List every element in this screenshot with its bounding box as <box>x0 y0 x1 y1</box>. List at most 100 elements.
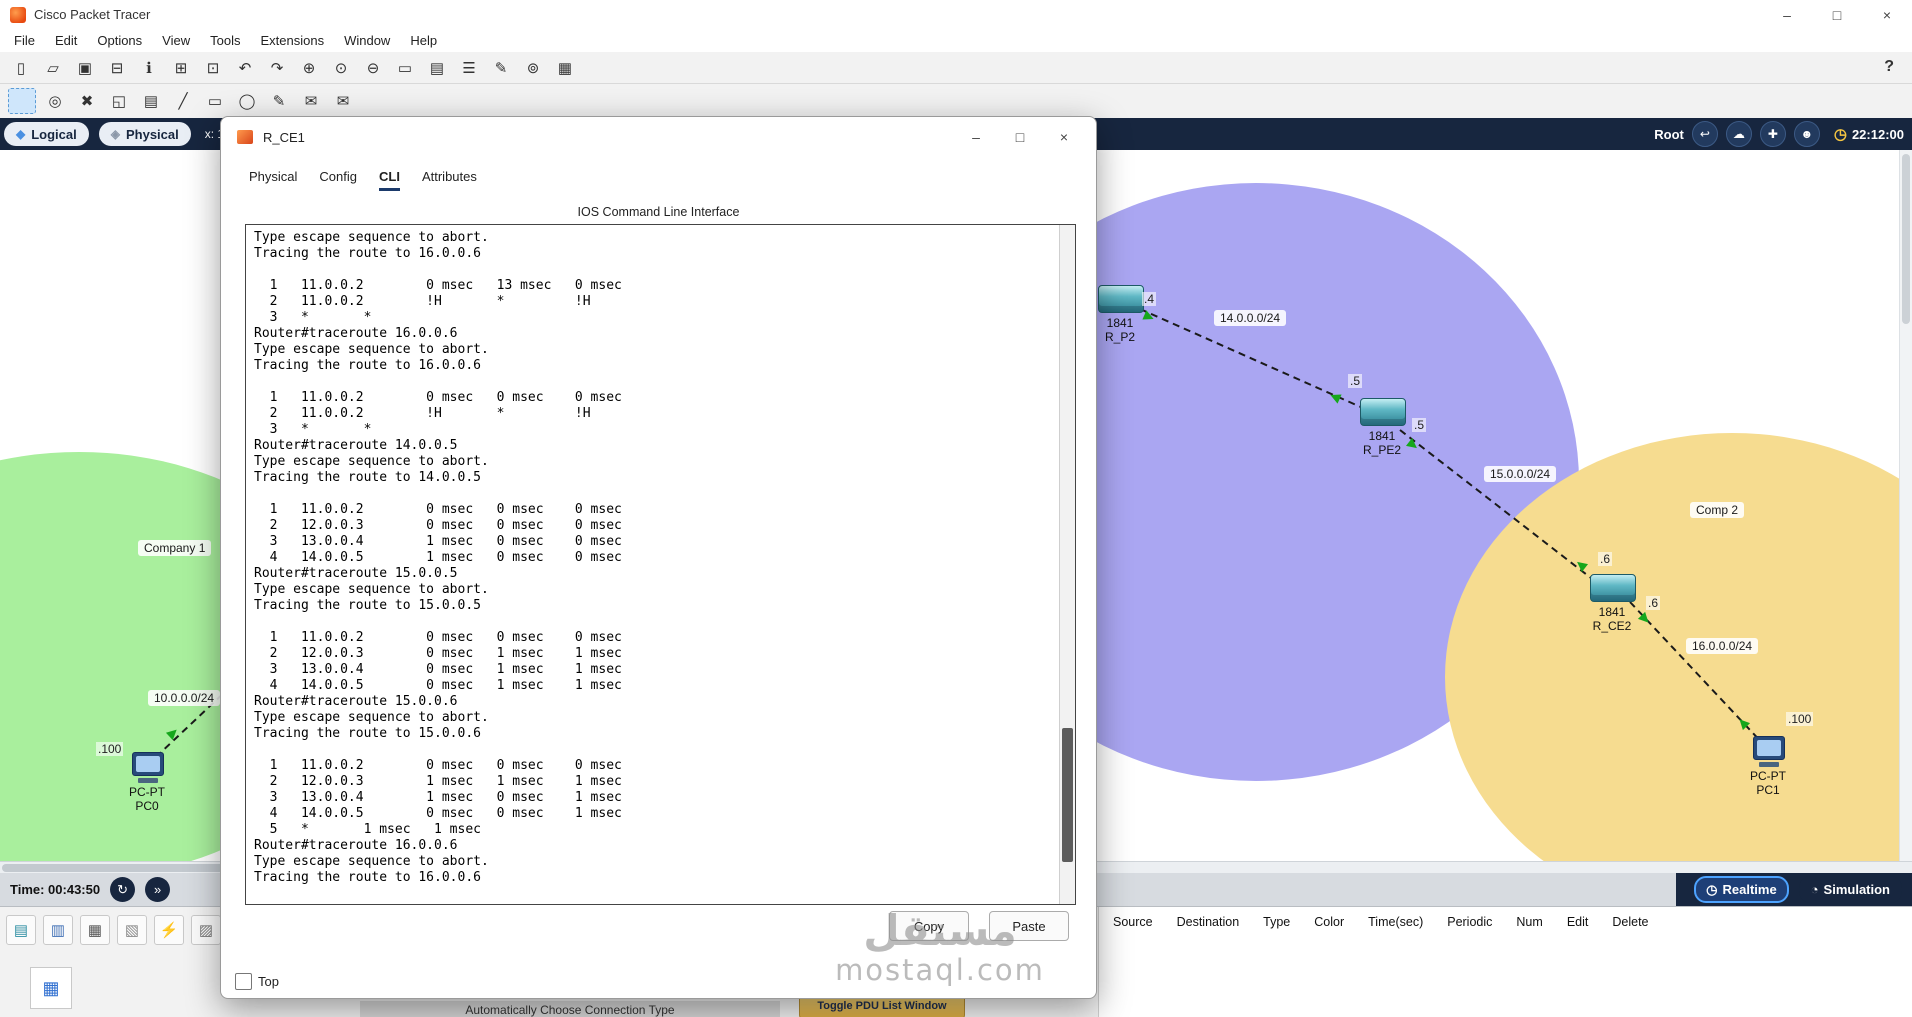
simulation-mode-button[interactable]: ◔ Simulation <box>1798 876 1902 903</box>
resize-tool-icon[interactable]: ◱ <box>106 89 132 113</box>
zoom-original-icon[interactable]: ⊙ <box>328 56 354 80</box>
column-source: Source <box>1113 915 1153 929</box>
router-device-icon <box>237 130 253 144</box>
add-simple-pdu-tool-icon[interactable]: ✉ <box>298 89 324 113</box>
tab-config[interactable]: Config <box>319 169 357 191</box>
network-info-icon[interactable]: ℹ <box>136 56 162 80</box>
add-complex-pdu-tool-icon[interactable]: ✉ <box>330 89 356 113</box>
user-profile-icon[interactable]: ☻ <box>1793 121 1820 147</box>
console-icon[interactable]: ☰ <box>456 56 482 80</box>
cli-output[interactable]: Type escape sequence to abort. Tracing t… <box>246 225 1075 891</box>
router-icon <box>1360 398 1406 426</box>
environment-icon[interactable]: ☁ <box>1725 121 1752 147</box>
maximize-button[interactable]: □ <box>1812 0 1862 29</box>
components-category[interactable]: ▦ <box>80 915 110 945</box>
terminal-scrollbar-thumb[interactable] <box>1062 728 1073 862</box>
simulation-label: Simulation <box>1823 882 1890 897</box>
end-devices-category[interactable]: ▥ <box>43 915 73 945</box>
menu-help[interactable]: Help <box>400 31 447 50</box>
pc-screen <box>136 756 160 772</box>
notes-icon[interactable]: ▤ <box>424 56 450 80</box>
device-pc1[interactable] <box>1753 736 1785 767</box>
redo-icon[interactable]: ↷ <box>264 56 290 80</box>
top-checkbox-label: Top <box>258 974 279 989</box>
minimize-button[interactable]: – <box>1762 0 1812 29</box>
port-address-label: .100 <box>1786 712 1814 726</box>
copy-button[interactable]: Copy <box>889 911 969 941</box>
open-file-icon[interactable]: ▱ <box>40 56 66 80</box>
root-cluster-label[interactable]: Root <box>1654 127 1684 142</box>
draw-line-tool-icon[interactable]: ╱ <box>170 89 196 113</box>
zoom-out-icon[interactable]: ⊖ <box>360 56 386 80</box>
help-icon[interactable]: ? <box>1884 58 1894 76</box>
dialog-title: R_CE1 <box>263 129 305 145</box>
physical-tab[interactable]: ◈ Physical <box>98 122 191 146</box>
undo-icon[interactable]: ↶ <box>232 56 258 80</box>
dialog-minimize-button[interactable]: – <box>954 121 998 153</box>
device-r_ce2[interactable] <box>1590 574 1636 602</box>
place-note-tool-icon[interactable]: ▤ <box>138 89 164 113</box>
realtime-mode-button[interactable]: ◷ Realtime <box>1694 876 1789 903</box>
image-capture-icon[interactable]: ▦ <box>552 56 578 80</box>
device-dialog-r-ce1[interactable]: R_CE1 – □ × Physical Config CLI Attributes … <box>220 116 1097 999</box>
dialog-close-button[interactable]: × <box>1042 121 1086 153</box>
print-icon[interactable]: ⊟ <box>104 56 130 80</box>
device-r_pe2[interactable] <box>1360 398 1406 426</box>
menu-options[interactable]: Options <box>87 31 152 50</box>
network-devices-category[interactable]: ▤ <box>6 915 36 945</box>
new-file-icon[interactable]: ▯ <box>8 56 34 80</box>
paste-button[interactable]: Paste <box>989 911 1069 941</box>
tab-attributes[interactable]: Attributes <box>422 169 477 191</box>
custom-devices-dialog-icon[interactable]: ⊚ <box>520 56 546 80</box>
environment-clock[interactable]: ◷ 22:12:00 <box>1834 125 1904 143</box>
drawing-palette-icon[interactable]: ✎ <box>488 56 514 80</box>
viewport-icon[interactable]: ▭ <box>392 56 418 80</box>
logical-tab[interactable]: ◆ Logical <box>4 122 89 146</box>
select-tool-icon[interactable] <box>8 88 36 114</box>
delete-tool-icon[interactable]: ✖ <box>74 89 100 113</box>
terminal-scrollbar[interactable] <box>1059 225 1075 904</box>
pdu-list-panel: Source Destination Type Color Time(sec) Perio… <box>1098 907 1912 1017</box>
reset-clock-button[interactable]: ↻ <box>110 877 136 902</box>
misc-category[interactable]: ▨ <box>191 915 221 945</box>
save-icon[interactable]: ▣ <box>72 56 98 80</box>
menu-view[interactable]: View <box>152 31 200 50</box>
dialog-title-bar[interactable]: R_CE1 – □ × <box>221 117 1096 157</box>
connection-type-bar[interactable]: Automatically Choose Connection Type <box>360 1001 780 1017</box>
device-pc0[interactable] <box>132 752 164 783</box>
inspect-tool-icon[interactable]: ◎ <box>42 89 68 113</box>
paste-icon[interactable]: ⊡ <box>200 56 226 80</box>
port-status-arrow <box>1735 715 1751 731</box>
menu-tools[interactable]: Tools <box>200 31 250 50</box>
draw-rectangle-tool-icon[interactable]: ▭ <box>202 89 228 113</box>
top-checkbox[interactable] <box>235 973 252 990</box>
zoom-in-icon[interactable]: ⊕ <box>296 56 322 80</box>
copy-icon[interactable]: ⊞ <box>168 56 194 80</box>
cli-terminal[interactable]: Type escape sequence to abort. Tracing t… <box>245 224 1076 905</box>
pc-screen <box>1757 740 1781 756</box>
menu-extensions[interactable]: Extensions <box>250 31 334 50</box>
tab-physical[interactable]: Physical <box>249 169 297 191</box>
dialog-maximize-button[interactable]: □ <box>998 121 1042 153</box>
connections-category[interactable]: ⚡ <box>154 915 184 945</box>
router-icon <box>1590 574 1636 602</box>
vscroll-thumb[interactable] <box>1902 154 1910 324</box>
draw-ellipse-tool-icon[interactable]: ◯ <box>234 89 260 113</box>
device-label-pc0: PC-PT PC0 <box>129 785 165 813</box>
selected-device-box[interactable]: ▦ <box>30 967 72 1009</box>
top-checkbox-row: Top <box>235 973 279 990</box>
pan-move-icon[interactable]: ✚ <box>1759 121 1786 147</box>
canvas-vertical-scrollbar[interactable] <box>1899 150 1912 861</box>
menu-edit[interactable]: Edit <box>45 31 87 50</box>
multiuser-category[interactable]: ▧ <box>117 915 147 945</box>
physical-diamond-icon: ◈ <box>110 127 120 141</box>
fast-forward-button[interactable]: » <box>145 877 171 902</box>
packet-tracer-logo-icon <box>10 6 26 23</box>
close-button[interactable]: × <box>1862 0 1912 29</box>
draw-freeform-tool-icon[interactable]: ✎ <box>266 89 292 113</box>
menu-window[interactable]: Window <box>334 31 400 50</box>
back-navigation-icon[interactable]: ↩ <box>1691 121 1718 147</box>
device-r_p2[interactable] <box>1098 285 1144 313</box>
menu-file[interactable]: File <box>4 31 45 50</box>
tab-cli[interactable]: CLI <box>379 169 400 191</box>
